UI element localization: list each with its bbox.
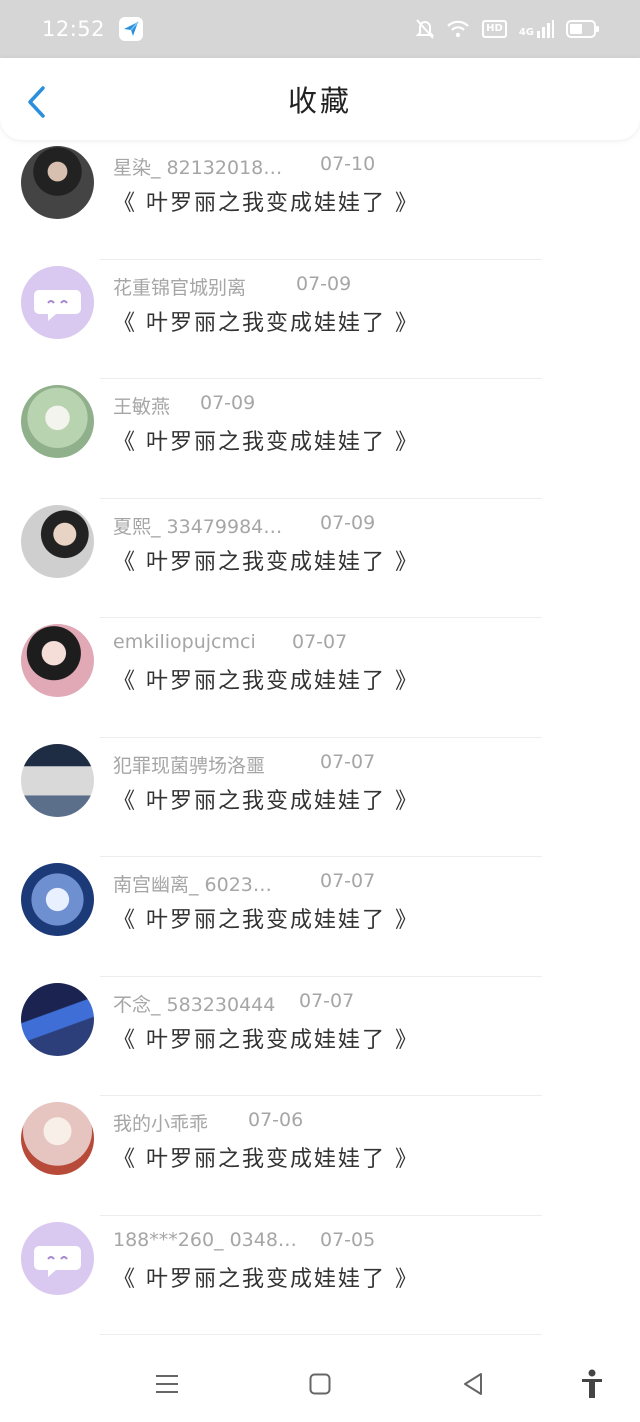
- item-meta: 我的小乖乖 07-06: [113, 1109, 303, 1135]
- signal-icon: 4G: [519, 20, 554, 38]
- avatar[interactable]: [21, 624, 94, 697]
- item-meta: 犯罪现菌骋场洛噩 07-07: [113, 751, 375, 777]
- username: 不念_ 583230444: [113, 993, 276, 1016]
- item-meta: emkiliopujcmci 07-07: [113, 631, 347, 655]
- date: 07-06: [248, 1109, 304, 1131]
- item-meta: 星染_ 82132018… 07-10: [113, 153, 375, 179]
- list-item[interactable]: 188***260_ 0348… 07-05 《 叶罗丽之我变成娃娃了 》: [0, 1216, 640, 1335]
- date: 07-09: [296, 272, 352, 295]
- back-triangle-icon: [464, 1373, 482, 1395]
- avatar[interactable]: [21, 863, 94, 936]
- avatar[interactable]: [21, 385, 94, 458]
- book-title[interactable]: 《 叶罗丽之我变成娃娃了 》: [113, 1022, 419, 1054]
- avatar[interactable]: [21, 146, 94, 219]
- avatar[interactable]: [21, 1102, 94, 1175]
- book-title[interactable]: 《 叶罗丽之我变成娃娃了 》: [113, 1261, 419, 1293]
- app-badge-icon: [119, 17, 144, 41]
- date: 07-05: [320, 1228, 376, 1251]
- item-meta: 夏熙_ 33479984… 07-09: [113, 512, 375, 538]
- mute-bell-icon: [416, 19, 435, 39]
- item-meta: 188***260_ 0348… 07-05: [113, 1228, 375, 1253]
- username: 花重锦官城别离: [113, 276, 247, 299]
- date: 07-09: [320, 511, 376, 534]
- book-title[interactable]: 《 叶罗丽之我变成娃娃了 》: [113, 305, 419, 337]
- username: 夏熙_ 33479984…: [113, 515, 283, 538]
- list-item[interactable]: 犯罪现菌骋场洛噩 07-07 《 叶罗丽之我变成娃娃了 》: [0, 738, 640, 857]
- username: 南宫幽离_ 6023…: [113, 874, 272, 896]
- book-title[interactable]: 《 叶罗丽之我变成娃娃了 》: [113, 902, 419, 934]
- back-button[interactable]: [22, 84, 50, 120]
- list-item[interactable]: 花重锦官城别离 07-09 《 叶罗丽之我变成娃娃了 》: [0, 260, 640, 379]
- accessibility-button[interactable]: [572, 1369, 612, 1399]
- back-nav-button[interactable]: [453, 1369, 493, 1399]
- default-chat-avatar-icon: [34, 1245, 81, 1277]
- status-bar: 12:52 HD 4G: [0, 0, 640, 58]
- avatar[interactable]: [21, 982, 94, 1056]
- menu-button[interactable]: [147, 1369, 187, 1399]
- avatar[interactable]: [21, 743, 94, 817]
- item-meta: 不念_ 583230444 07-07: [113, 990, 354, 1016]
- list-item[interactable]: 我的小乖乖 07-06 《 叶罗丽之我变成娃娃了 》: [0, 1096, 640, 1216]
- date: 07-07: [320, 870, 376, 892]
- item-meta: 花重锦官城别离 07-09: [113, 273, 351, 299]
- list-item[interactable]: 夏熙_ 33479984… 07-09 《 叶罗丽之我变成娃娃了 》: [0, 499, 640, 618]
- list-item[interactable]: 不念_ 583230444 07-07 《 叶罗丽之我变成娃娃了 》: [0, 977, 640, 1096]
- avatar[interactable]: [21, 1221, 94, 1295]
- menu-icon: [156, 1375, 178, 1393]
- book-title[interactable]: 《 叶罗丽之我变成娃娃了 》: [113, 424, 419, 456]
- username: 犯罪现菌骋场洛噩: [113, 754, 266, 777]
- date: 07-09: [200, 392, 256, 414]
- username: 我的小乖乖: [113, 1113, 209, 1135]
- status-icons: HD 4G: [416, 19, 600, 39]
- status-time: 12:52: [42, 17, 106, 41]
- chevron-left-icon: [28, 86, 45, 118]
- network-label: 4G: [518, 27, 534, 38]
- book-title[interactable]: 《 叶罗丽之我变成娃娃了 》: [113, 783, 419, 815]
- accessibility-icon: [582, 1369, 602, 1398]
- wifi-icon: [446, 20, 470, 38]
- home-button[interactable]: [300, 1369, 340, 1399]
- date: 07-07: [299, 989, 355, 1012]
- page-title: 收藏: [287, 84, 352, 118]
- date: 07-07: [320, 750, 376, 773]
- username: 王敏燕: [113, 396, 171, 418]
- list-item[interactable]: 南宫幽离_ 6023… 07-07 《 叶罗丽之我变成娃娃了 》: [0, 857, 640, 977]
- top-app-bar: 收藏: [0, 58, 640, 140]
- list-item[interactable]: 王敏燕 07-09 《 叶罗丽之我变成娃娃了 》: [0, 379, 640, 499]
- item-meta: 南宫幽离_ 6023… 07-07: [113, 870, 375, 896]
- home-square-icon: [309, 1373, 331, 1395]
- username: emkiliopujcmci: [113, 631, 256, 653]
- item-meta: 王敏燕 07-09: [113, 392, 255, 418]
- username: 星染_ 82132018…: [113, 157, 283, 179]
- list-item[interactable]: 星染_ 82132018… 07-10 《 叶罗丽之我变成娃娃了 》: [0, 140, 640, 260]
- book-title[interactable]: 《 叶罗丽之我变成娃娃了 》: [113, 1141, 419, 1173]
- default-chat-avatar-icon: [34, 289, 81, 321]
- battery-icon: [566, 20, 600, 38]
- date: 07-10: [320, 153, 376, 175]
- hd-badge: HD: [482, 20, 507, 38]
- book-title[interactable]: 《 叶罗丽之我变成娃娃了 》: [113, 663, 419, 695]
- divider: [100, 1334, 542, 1335]
- favorites-list: 星染_ 82132018… 07-10 《 叶罗丽之我变成娃娃了 》 花重锦官城…: [0, 140, 640, 1335]
- book-title[interactable]: 《 叶罗丽之我变成娃娃了 》: [113, 544, 419, 576]
- username: 188***260_ 0348…: [113, 1228, 297, 1251]
- avatar[interactable]: [21, 504, 94, 578]
- date: 07-07: [292, 631, 348, 653]
- avatar[interactable]: [21, 265, 94, 339]
- list-item[interactable]: emkiliopujcmci 07-07 《 叶罗丽之我变成娃娃了 》: [0, 618, 640, 738]
- book-title[interactable]: 《 叶罗丽之我变成娃娃了 》: [113, 185, 419, 217]
- system-nav-bar: [0, 1345, 640, 1422]
